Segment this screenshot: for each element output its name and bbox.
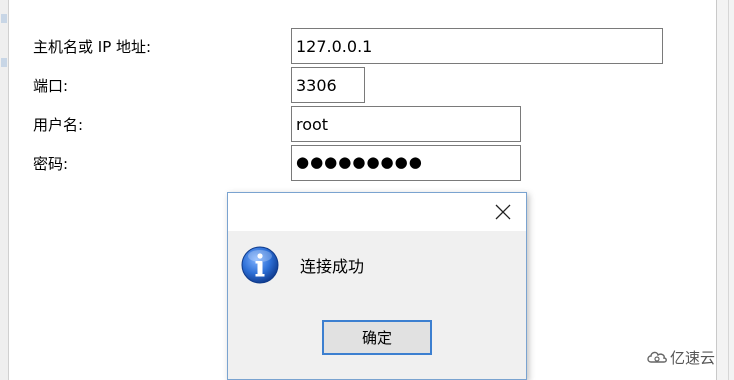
watermark: 亿速云 (646, 347, 715, 369)
watermark-text: 亿速云 (670, 349, 716, 367)
message-dialog: 连接成功 确定 (227, 192, 527, 380)
close-icon[interactable] (490, 199, 516, 225)
password-input[interactable]: ●●●●●●●●● (291, 145, 521, 181)
dialog-message: 连接成功 (300, 257, 365, 276)
edge-mark (1, 14, 7, 23)
user-input[interactable] (291, 106, 521, 142)
ok-button[interactable]: 确定 (322, 320, 432, 355)
host-label: 主机名或 IP 地址: (33, 38, 152, 56)
user-label: 用户名: (33, 116, 84, 134)
host-input[interactable] (291, 28, 663, 64)
dialog-titlebar (228, 193, 526, 231)
right-window-edge (716, 0, 734, 380)
password-label: 密码: (33, 155, 69, 173)
port-input[interactable] (291, 67, 365, 103)
cloud-logo-icon (646, 349, 668, 369)
left-window-edge (0, 0, 9, 380)
edge-line (728, 0, 729, 380)
info-icon (240, 245, 280, 285)
port-label: 端口: (33, 77, 69, 95)
edge-mark (1, 58, 7, 67)
